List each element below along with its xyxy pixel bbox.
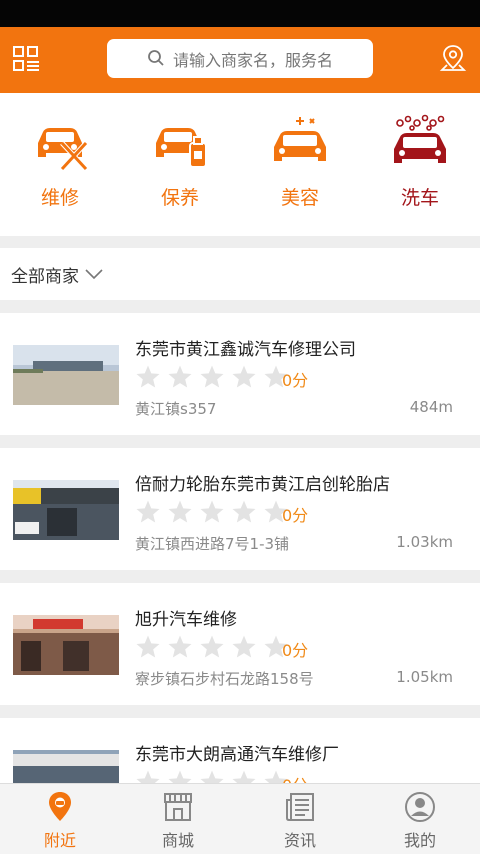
shop-photo: [13, 750, 119, 783]
search-placeholder: 请输入商家名，服务名: [173, 50, 334, 70]
tab-mine[interactable]: 我的: [360, 790, 480, 851]
shop-photo: [13, 615, 119, 675]
rating-stars: [135, 499, 295, 525]
shop-item[interactable]: 东莞市黄江鑫诚汽车修理公司 0分 黄江镇s357 484m: [0, 313, 480, 435]
tab-label: 资讯: [283, 831, 316, 850]
shop-name: 东莞市大朗高通汽车维修厂: [135, 745, 339, 765]
grid-list-icon[interactable]: [12, 45, 40, 73]
star-icon: [136, 770, 160, 783]
map-pin-icon[interactable]: [438, 43, 468, 73]
star-icon: [232, 770, 256, 783]
shop-address: 黄江镇s357: [135, 400, 217, 418]
shop-score: 0分: [282, 772, 308, 783]
star-icon: [232, 635, 256, 658]
shop-distance: 1.05km: [396, 668, 453, 686]
search-input[interactable]: 请输入商家名，服务名: [107, 39, 373, 78]
category-beauty[interactable]: 美容: [255, 113, 345, 210]
shop-item[interactable]: 倍耐力轮胎东莞市黄江启创轮胎店 0分 黄江镇西进路7号1-3铺 1.03km: [0, 448, 480, 570]
shop-address: 黄江镇西进路7号1-3铺: [135, 535, 290, 553]
shop-distance: 484m: [409, 398, 453, 416]
category-repair[interactable]: 维修: [15, 113, 105, 210]
news-icon: [286, 793, 314, 821]
star-icon: [168, 500, 192, 523]
shop-score: 0分: [282, 641, 309, 660]
category-label: 美容: [280, 187, 319, 209]
store-icon: [164, 793, 192, 821]
shop-distance: 1.03km: [396, 533, 453, 551]
star-icon: [200, 500, 224, 523]
category-label: 维修: [40, 187, 79, 209]
shop-list: 东莞市黄江鑫诚汽车修理公司 0分 黄江镇s357 484m 倍耐力轮胎东莞市黄江…: [0, 313, 480, 783]
tab-news[interactable]: 资讯: [240, 790, 360, 851]
car-wash-icon: [394, 114, 446, 163]
rating-stars: [135, 769, 295, 783]
star-icon: [136, 500, 160, 523]
shop-item[interactable]: 旭升汽车维修 0分 寮步镇石步村石龙路158号 1.05km: [0, 583, 480, 705]
category-wash[interactable]: 洗车: [375, 113, 465, 210]
star-icon: [200, 365, 224, 388]
star-icon: [136, 365, 160, 388]
top-bar: 请输入商家名，服务名: [0, 27, 480, 93]
star-icon: [232, 500, 256, 523]
shop-name: 倍耐力轮胎东莞市黄江启创轮胎店: [135, 475, 390, 495]
rating-stars: [135, 634, 295, 660]
star-icon: [136, 635, 160, 658]
car-repair-icon: [38, 128, 88, 171]
car-maintenance-icon: [156, 128, 207, 168]
status-bar: [0, 0, 480, 27]
car-beauty-icon: [274, 117, 326, 161]
search-icon: [148, 50, 164, 66]
category-label: 保养: [160, 187, 199, 209]
shop-photo: [13, 345, 119, 405]
tab-nearby[interactable]: 附近: [0, 790, 120, 851]
bottom-tab-bar: 附近 商城 资讯 我的: [0, 783, 480, 854]
star-icon: [232, 365, 256, 388]
tab-label: 商城: [161, 831, 194, 850]
shop-score: 0分: [282, 506, 309, 525]
star-icon: [200, 770, 224, 783]
shop-name: 旭升汽车维修: [135, 610, 237, 630]
location-tab-icon: [49, 792, 71, 821]
category-bar: 维修 保养 美容 洗车: [0, 93, 480, 236]
shop-photo: [13, 480, 119, 540]
shop-filter[interactable]: 全部商家: [0, 248, 480, 300]
star-icon: [168, 635, 192, 658]
star-icon: [200, 635, 224, 658]
tab-label: 附近: [43, 831, 76, 850]
chevron-down-icon: [85, 269, 103, 280]
rating-stars: [135, 364, 295, 390]
category-maintenance[interactable]: 保养: [135, 113, 225, 210]
shop-score: 0分: [282, 371, 309, 390]
star-icon: [168, 365, 192, 388]
shop-address: 寮步镇石步村石龙路158号: [135, 670, 314, 688]
shop-name: 东莞市黄江鑫诚汽车修理公司: [135, 340, 356, 360]
shop-item[interactable]: 东莞市大朗高通汽车维修厂 0分: [0, 718, 480, 783]
tab-label: 我的: [403, 831, 436, 850]
star-icon: [168, 770, 192, 783]
filter-label: 全部商家: [11, 266, 79, 287]
tab-store[interactable]: 商城: [118, 790, 238, 851]
category-label: 洗车: [400, 187, 439, 209]
user-icon: [405, 792, 435, 822]
